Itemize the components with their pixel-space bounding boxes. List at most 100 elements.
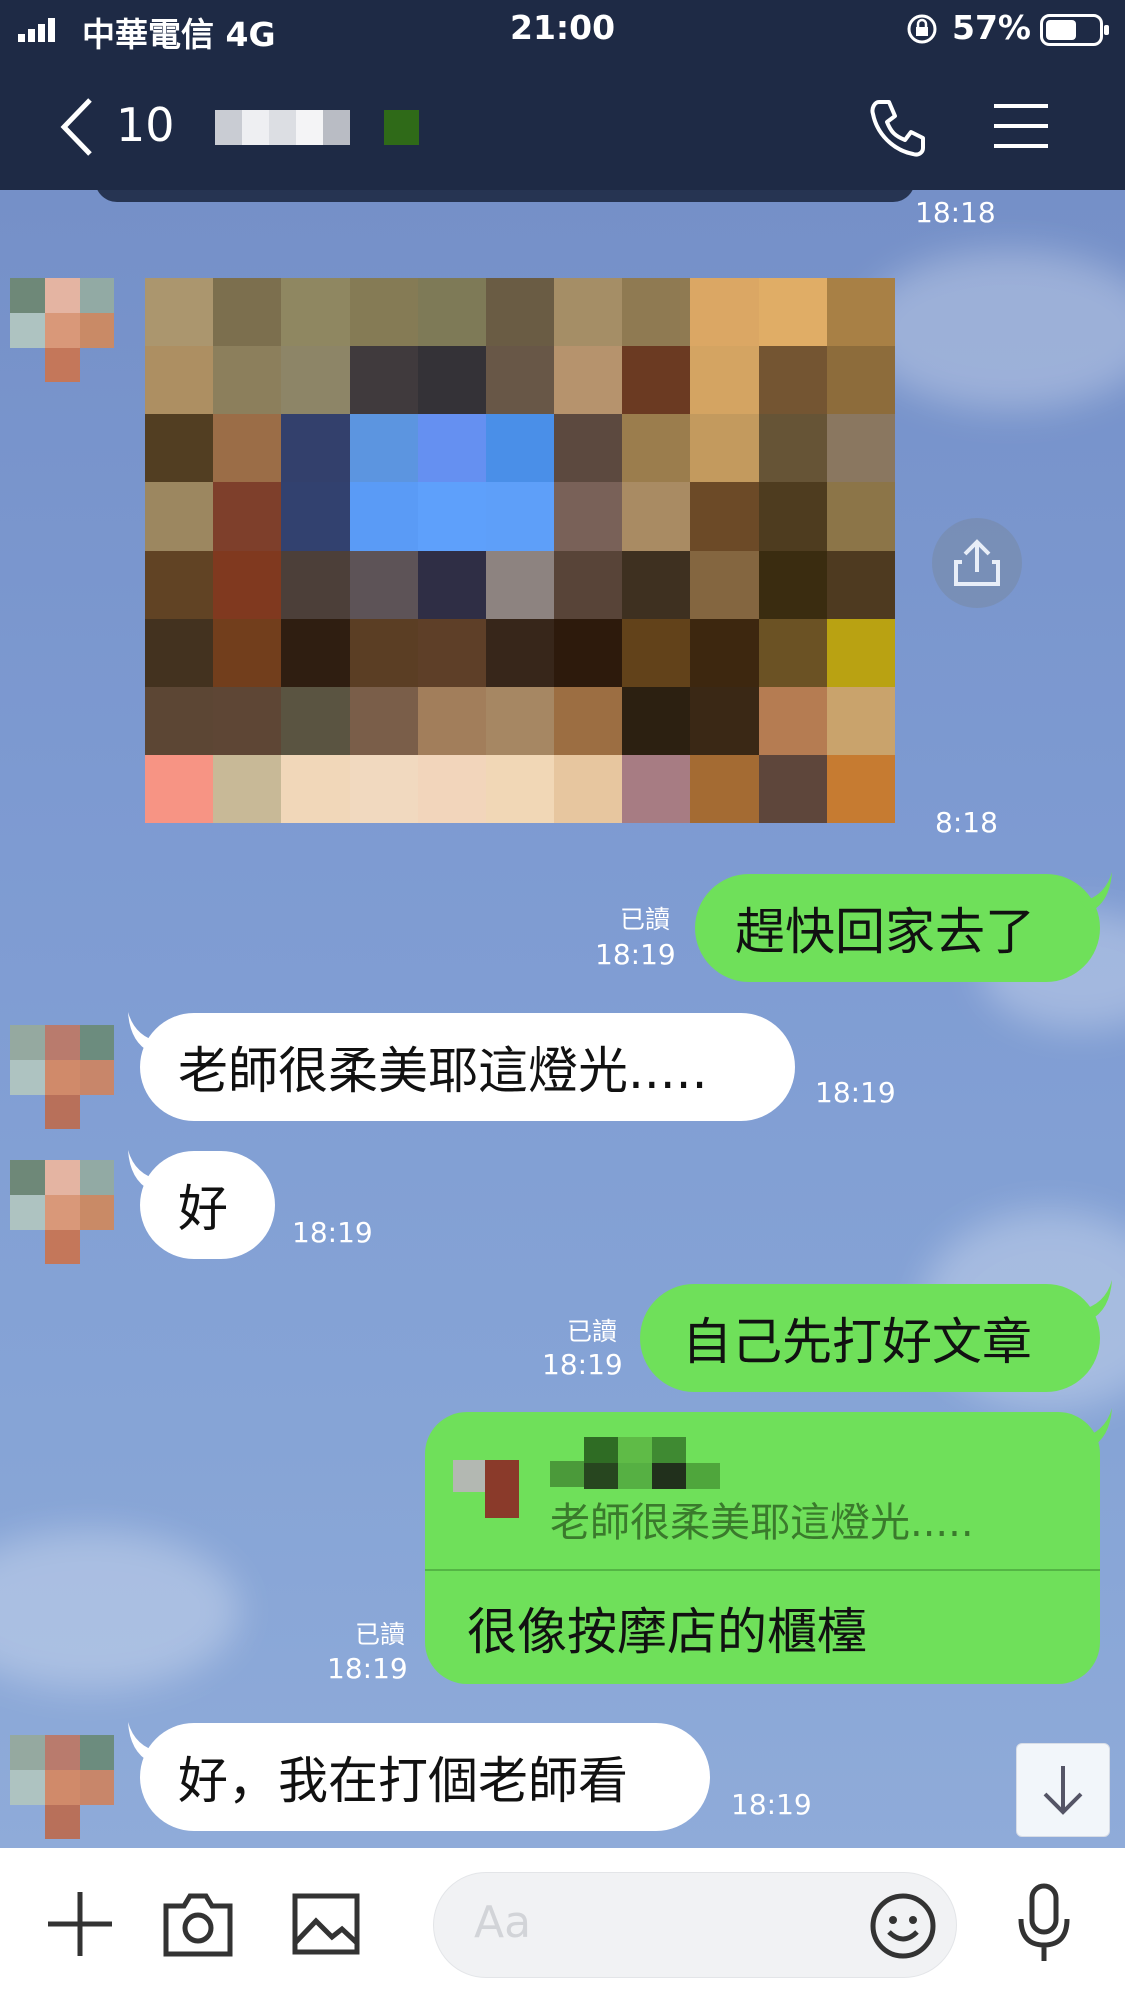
voice-button[interactable] — [1016, 1883, 1072, 1965]
image-pixel — [622, 754, 691, 823]
message-input[interactable]: Aa — [433, 1872, 957, 1978]
image-pixel — [349, 618, 418, 687]
message-time: 18:19 — [327, 1652, 408, 1685]
image-pixel — [485, 482, 555, 551]
status-dot — [384, 110, 419, 145]
image-pixel — [349, 278, 418, 347]
sent-message[interactable]: 趕快回家去了 — [695, 874, 1100, 982]
image-pixel — [213, 346, 282, 415]
emoji-button[interactable] — [869, 1892, 937, 1960]
image-pixel — [145, 346, 214, 415]
image-pixel — [281, 278, 350, 347]
image-pixel — [554, 482, 623, 551]
message-time: 18:19 — [731, 1788, 812, 1821]
avatar[interactable] — [10, 278, 114, 382]
image-pixel — [485, 754, 555, 823]
image-pixel — [349, 754, 418, 823]
image-pixel — [213, 482, 282, 551]
image-pixel — [554, 414, 623, 483]
message-time: 18:18 — [915, 196, 996, 229]
image-pixel — [213, 754, 282, 823]
call-button[interactable] — [865, 96, 929, 160]
quoted-text: 老師很柔美耶這燈光..... — [550, 1500, 974, 1546]
image-pixel — [145, 414, 214, 483]
input-placeholder: Aa — [474, 1897, 532, 1948]
image-pixel — [758, 346, 827, 415]
image-pixel — [690, 482, 759, 551]
image-pixel — [826, 414, 895, 483]
avatar[interactable] — [10, 1160, 114, 1264]
avatar[interactable] — [10, 1025, 114, 1129]
bubble-tail — [1080, 1280, 1112, 1320]
bubble-tail — [1080, 1408, 1112, 1448]
image-pixel — [281, 754, 350, 823]
image-pixel — [690, 346, 759, 415]
image-pixel — [758, 414, 827, 483]
image-pixel — [826, 550, 895, 619]
image-pixel — [213, 278, 282, 347]
image-message[interactable] — [145, 278, 895, 823]
sent-message[interactable]: 自己先打好文章 — [640, 1284, 1100, 1392]
image-pixel — [213, 618, 282, 687]
back-button[interactable]: 10 — [56, 92, 176, 162]
image-pixel — [417, 414, 486, 483]
signal-icon — [18, 18, 58, 42]
image-button[interactable] — [292, 1893, 360, 1955]
image-pixel — [145, 278, 214, 347]
share-button[interactable] — [932, 518, 1022, 608]
image-pixel — [826, 618, 895, 687]
share-icon — [954, 539, 1000, 586]
carrier-label: 中華電信 4G — [82, 15, 276, 54]
image-pixel — [281, 482, 350, 551]
image-pixel — [690, 550, 759, 619]
message-text: 好 — [178, 1180, 228, 1238]
message-time: 8:18 — [935, 806, 998, 839]
menu-button[interactable] — [994, 102, 1050, 150]
plus-button[interactable] — [44, 1888, 116, 1960]
image-pixel — [417, 482, 486, 551]
image-pixel — [758, 754, 827, 823]
bubble-tail — [1080, 872, 1112, 912]
image-pixel — [417, 618, 486, 687]
received-message[interactable]: 好 — [140, 1151, 275, 1259]
quoted-sender-redacted — [550, 1437, 720, 1489]
avatar[interactable] — [10, 1735, 114, 1839]
camera-button[interactable] — [162, 1890, 234, 1958]
chat-area[interactable]: 18:18 8:18 已讀 18:19 趕快回家去了 老師很柔美耶這燈光....… — [0, 190, 1125, 1848]
arrow-down-icon — [1043, 1766, 1083, 1815]
quoted-avatar — [453, 1460, 523, 1518]
image-pixel — [690, 754, 759, 823]
image-pixel — [485, 686, 555, 755]
image-pixel — [145, 686, 214, 755]
phone-icon — [870, 100, 925, 157]
image-pixel — [690, 414, 759, 483]
menu-icon — [994, 104, 1048, 148]
image-pixel — [485, 278, 555, 347]
image-pixel — [349, 482, 418, 551]
image-pixel — [417, 346, 486, 415]
image-pixel — [554, 346, 623, 415]
image-pixel — [417, 686, 486, 755]
image-pixel — [622, 278, 691, 347]
scroll-to-bottom-button[interactable] — [1016, 1743, 1110, 1837]
battery-icon — [1040, 14, 1110, 50]
message-time: 18:19 — [292, 1216, 373, 1249]
message-text: 老師很柔美耶這燈光..... — [178, 1042, 708, 1100]
reply-message[interactable]: 老師很柔美耶這燈光..... 很像按摩店的櫃檯 — [425, 1412, 1100, 1684]
emoji-icon — [870, 1893, 936, 1959]
message-text: 自己先打好文章 — [682, 1313, 1032, 1371]
image-pixel — [349, 550, 418, 619]
image-pixel — [213, 414, 282, 483]
input-bar: Aa — [0, 1848, 1125, 2001]
image-pixel — [554, 754, 623, 823]
image-pixel — [349, 414, 418, 483]
image-pixel — [826, 754, 895, 823]
image-pixel — [349, 346, 418, 415]
received-message[interactable]: 好，我在打個老師看 — [140, 1723, 710, 1831]
image-pixel — [622, 686, 691, 755]
image-pixel — [281, 346, 350, 415]
chat-title-redacted — [215, 110, 350, 145]
image-pixel — [417, 550, 486, 619]
image-pixel — [690, 278, 759, 347]
received-message[interactable]: 老師很柔美耶這燈光..... — [140, 1013, 795, 1121]
